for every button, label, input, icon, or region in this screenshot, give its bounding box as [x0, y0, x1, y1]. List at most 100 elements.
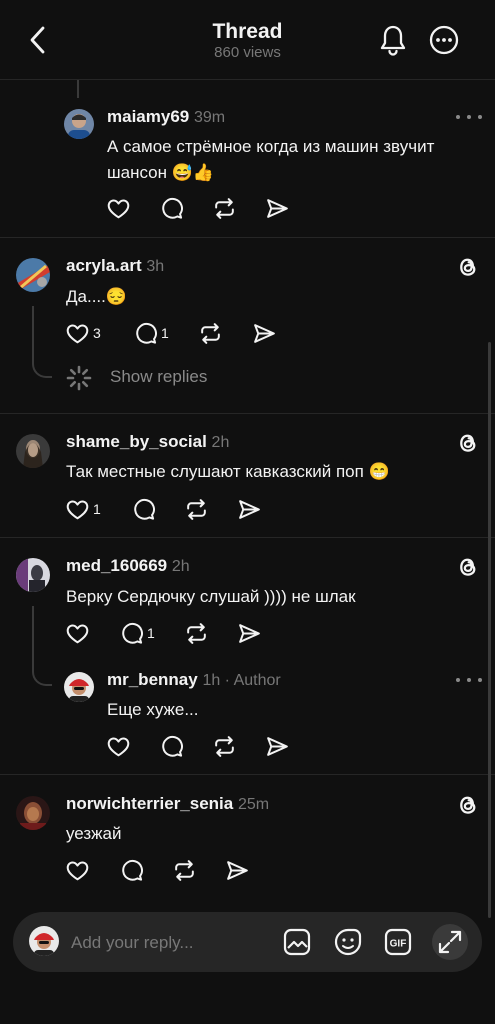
reply-button[interactable]: 1	[133, 320, 169, 346]
heart-icon	[106, 734, 131, 759]
loading-spinner-icon	[66, 365, 92, 391]
notifications-button[interactable]	[376, 22, 410, 58]
reply-bar: GIF	[13, 912, 482, 972]
comment-icon	[119, 858, 144, 883]
timestamp: 2h	[171, 558, 190, 575]
gif-icon: GIF	[384, 928, 412, 956]
divider	[0, 237, 495, 238]
repost-button[interactable]	[212, 195, 237, 221]
repost-icon	[198, 321, 223, 346]
timestamp: 1h · Author	[202, 672, 281, 689]
show-replies-link[interactable]: Show replies	[110, 367, 207, 387]
divider	[0, 413, 495, 414]
avatar[interactable]	[16, 258, 50, 292]
expand-composer-button[interactable]	[432, 924, 468, 960]
like-button[interactable]: 3	[65, 320, 101, 346]
repost-button[interactable]	[212, 733, 237, 759]
sticker-icon	[334, 928, 362, 956]
divider	[0, 537, 495, 538]
share-icon	[225, 858, 250, 883]
comment-text-line: Верку Сердючку слушай )))) не шлак	[66, 587, 356, 606]
like-count: 1	[93, 501, 101, 517]
more-options-button[interactable]	[428, 24, 460, 56]
avatar[interactable]	[64, 109, 94, 139]
gif-button[interactable]: GIF	[382, 926, 414, 958]
repost-button[interactable]	[184, 620, 209, 646]
username[interactable]: maiamy69	[107, 107, 189, 126]
avatar[interactable]	[16, 434, 50, 468]
comment-more-button[interactable]	[456, 110, 482, 124]
username[interactable]: acryla.art	[66, 256, 142, 275]
reply-button[interactable]	[119, 857, 144, 883]
comment-icon	[119, 621, 144, 646]
attach-image-button[interactable]	[281, 926, 313, 958]
view-count: 860 views	[214, 44, 281, 61]
reply-count: 1	[161, 325, 169, 341]
timestamp: 25m	[237, 796, 270, 813]
repost-icon	[184, 621, 209, 646]
share-button[interactable]	[225, 857, 250, 883]
share-button[interactable]	[265, 195, 290, 221]
threads-logo-icon	[455, 554, 481, 580]
avatar[interactable]	[16, 796, 50, 830]
username[interactable]: shame_by_social	[66, 432, 207, 451]
username[interactable]: med_160669	[66, 556, 167, 575]
avatar[interactable]	[64, 672, 94, 702]
like-button[interactable]	[106, 195, 131, 221]
heart-icon	[65, 858, 90, 883]
avatar[interactable]	[16, 558, 50, 592]
thread-line	[32, 306, 34, 362]
reply-button[interactable]	[131, 496, 156, 522]
like-button[interactable]	[65, 857, 90, 883]
share-icon	[237, 497, 262, 522]
reply-button[interactable]	[159, 195, 184, 221]
thread-curve	[32, 362, 52, 378]
reply-input[interactable]	[71, 931, 211, 955]
threads-logo-button[interactable]	[455, 554, 481, 580]
timestamp: 3h	[146, 258, 165, 275]
like-count: 3	[93, 325, 101, 341]
like-button[interactable]: 1	[65, 496, 101, 522]
thread-curve	[32, 670, 52, 686]
heart-icon	[106, 196, 131, 221]
threads-logo-button[interactable]	[455, 430, 481, 456]
repost-icon	[212, 196, 237, 221]
repost-button[interactable]	[184, 496, 209, 522]
comment-text-line: Еще хуже...	[107, 700, 199, 719]
username[interactable]: norwichterrier_senia	[66, 794, 233, 813]
repost-button[interactable]	[172, 857, 197, 883]
share-button[interactable]	[237, 620, 262, 646]
bell-icon	[380, 25, 406, 56]
more-icon	[429, 25, 459, 55]
comment-more-button[interactable]	[456, 673, 482, 687]
share-button[interactable]	[252, 320, 277, 346]
reply-button[interactable]: 1	[119, 620, 155, 646]
heart-icon	[65, 497, 90, 522]
comment-icon	[159, 196, 184, 221]
threads-logo-button[interactable]	[455, 792, 481, 818]
repost-button[interactable]	[198, 320, 223, 346]
repost-icon	[172, 858, 197, 883]
threads-logo-icon	[455, 430, 481, 456]
sticker-button[interactable]	[332, 926, 364, 958]
username[interactable]: mr_bennay	[107, 670, 198, 689]
share-icon	[252, 321, 277, 346]
share-button[interactable]	[237, 496, 262, 522]
reply-button[interactable]	[159, 733, 184, 759]
like-button[interactable]	[106, 733, 131, 759]
image-icon	[283, 928, 311, 956]
share-button[interactable]	[265, 733, 290, 759]
repost-icon	[184, 497, 209, 522]
page-title: Thread	[212, 20, 283, 43]
comment-icon	[131, 497, 156, 522]
svg-text:GIF: GIF	[390, 939, 407, 950]
threads-logo-button[interactable]	[455, 254, 481, 280]
expand-icon	[438, 930, 462, 954]
heart-icon	[65, 621, 90, 646]
share-icon	[237, 621, 262, 646]
like-button[interactable]	[65, 620, 90, 646]
comment-text-line: Да....😔	[66, 287, 128, 306]
scrollbar[interactable]	[488, 342, 491, 918]
timestamp: 2h	[211, 434, 230, 451]
comment-text-line: А самое стрёмное когда из машин звучит	[107, 137, 435, 156]
